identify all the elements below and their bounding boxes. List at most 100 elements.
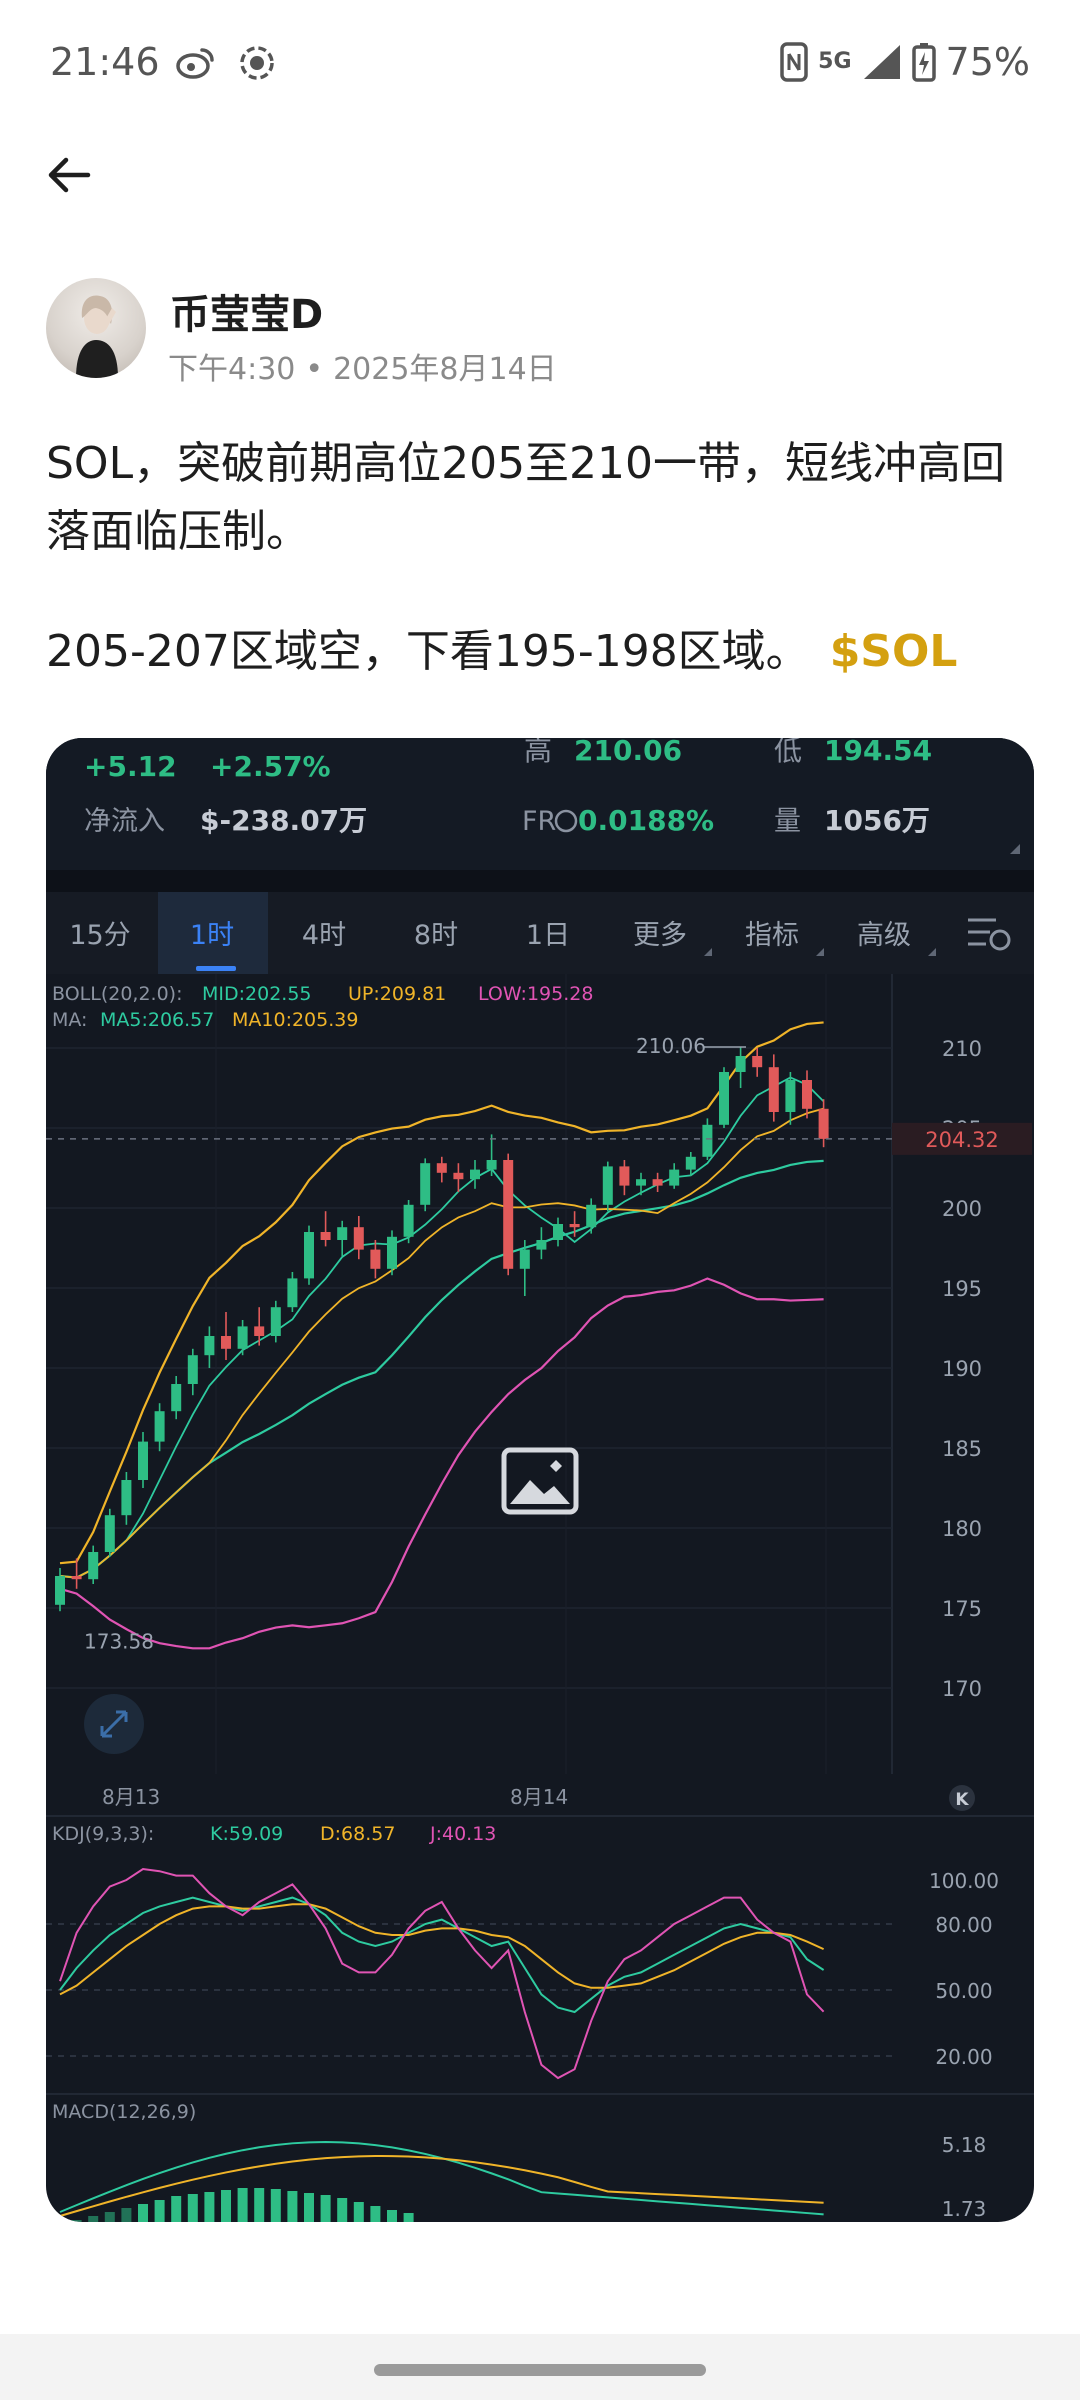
macd-bar [237, 2188, 248, 2222]
candle [420, 1158, 431, 1212]
candle [387, 1230, 397, 1276]
price-tick: 185 [942, 1437, 982, 1461]
boll-low: LOW:195.28 [478, 983, 593, 1005]
stat-high-label: 高 [524, 738, 552, 767]
k-line-icon: K [955, 1790, 969, 1810]
macd-tick-bottom: 1.73 [942, 2197, 987, 2221]
price-tick: 195 [942, 1277, 982, 1301]
chart-image-card[interactable]: +5.12 +2.57% 高 210.06 低 194.54 净流入 $-238… [46, 738, 1034, 2222]
stat-netflow-label: 净流入 [84, 806, 165, 837]
kdj-j-line [59, 1867, 825, 2080]
price-tick: 175 [942, 1597, 982, 1621]
low-marker: 173.58 [84, 1630, 154, 1654]
post-meta: 下午4:30 • 2025年8月14日 [168, 344, 557, 388]
kdj-label: KDJ(9,3,3): [52, 1823, 154, 1845]
post-paragraph-1: SOL，突破前期高位205至210一带，短线冲高回落面临压制。 [46, 438, 1006, 557]
macd-bar [71, 2220, 82, 2222]
expand-chart-icon [84, 1694, 144, 1754]
tab-3[interactable]: 8时 [414, 920, 458, 951]
battery-icon [911, 43, 936, 82]
macd-bar [270, 2189, 281, 2222]
price-tick: 200 [942, 1197, 982, 1221]
macd-tick-top: 5.18 [942, 2133, 987, 2157]
macd-bar [254, 2188, 265, 2222]
stat-high: 210.06 [574, 738, 682, 767]
focus-icon [240, 46, 274, 80]
candle [403, 1200, 414, 1244]
stat-change-abs: +5.12 [84, 750, 177, 783]
ma5-value: MA5:206.57 [100, 1009, 214, 1031]
current-price-marker: 204.32 [925, 1128, 998, 1152]
price-tick: 170 [942, 1677, 982, 1701]
post-paragraph-2-text: 205-207区域空，下看195-198区域。 [46, 626, 810, 677]
tab-0[interactable]: 15分 [69, 920, 130, 951]
status-bar: 21:46 5G 75% [0, 0, 1080, 130]
tab-1[interactable]: 1时 [190, 920, 234, 951]
kdj-tick: 20.00 [935, 2045, 992, 2069]
macd-bar [88, 2216, 99, 2222]
stat-low: 194.54 [824, 738, 932, 767]
macd-bar [403, 2213, 414, 2222]
tab-4[interactable]: 1日 [526, 920, 570, 951]
macd-bar [387, 2210, 397, 2222]
kdj-j: J:40.13 [429, 1823, 496, 1845]
weibo-icon [176, 48, 214, 79]
macd-bar [370, 2206, 381, 2222]
tab-6[interactable]: 指标 [745, 920, 799, 951]
macd-bar [204, 2192, 215, 2222]
kdj-k-line [59, 1896, 825, 2014]
post-date: 2025年8月14日 [333, 352, 557, 387]
boll-up: UP:209.81 [348, 983, 446, 1005]
macd-bar [138, 2204, 148, 2222]
kdj-k: K:59.09 [210, 1823, 283, 1845]
kdj-tick: 100.00 [929, 1869, 999, 1893]
avatar[interactable] [46, 278, 146, 378]
ma-label: MA: [52, 1009, 87, 1031]
home-indicator[interactable] [374, 2364, 706, 2376]
image-icon [501, 1447, 579, 1515]
candle [503, 1153, 514, 1276]
back-arrow-icon[interactable] [44, 150, 94, 200]
stat-vol-label: 量 [774, 806, 801, 837]
tab-5[interactable]: 更多 [633, 920, 687, 951]
macd-bar [154, 2200, 165, 2222]
boll-mid: MID:202.55 [202, 983, 312, 1005]
price-tick: 190 [942, 1357, 982, 1381]
candle [602, 1161, 613, 1212]
price-tick: 180 [942, 1517, 982, 1541]
avatar-image [76, 295, 118, 378]
macd-bar [104, 2212, 115, 2222]
candle [304, 1225, 314, 1285]
date-tick-8-13: 8月13 [102, 1785, 160, 1809]
macd-bar [121, 2208, 132, 2222]
macd-bar [171, 2196, 182, 2222]
author-name[interactable]: 币莹莹D [170, 282, 323, 340]
network-type: 5G [818, 49, 852, 74]
macd-bar [221, 2190, 231, 2222]
macd-bar [304, 2193, 314, 2222]
macd-bar [353, 2202, 364, 2222]
candle [719, 1067, 729, 1128]
tab-2[interactable]: 4时 [302, 920, 346, 951]
candle [104, 1508, 115, 1557]
post-paragraph-2: 205-207区域空，下看195-198区域。 $SOL [46, 618, 1036, 686]
tab-7[interactable]: 高级 [857, 920, 911, 951]
nfc-icon [780, 42, 808, 82]
kdj-d: D:68.57 [320, 1823, 395, 1845]
post-time: 下午4:30 [168, 352, 296, 387]
stat-low-label: 低 [774, 738, 802, 767]
date-tick-8-14: 8月14 [510, 1785, 568, 1809]
macd-bar [337, 2198, 348, 2222]
signal-icon [863, 45, 900, 79]
stat-fr-label: FR [522, 806, 556, 837]
battery-level: 75% [945, 40, 1030, 84]
price-tick: 210 [942, 1037, 982, 1061]
ma10-value: MA10:205.39 [232, 1009, 358, 1031]
macd-label: MACD(12,26,9) [52, 2101, 196, 2123]
macd-bar [320, 2195, 331, 2222]
kdj-tick: 80.00 [935, 1913, 992, 1937]
stat-netflow: $-238.07万 [200, 804, 367, 837]
macd-bar [287, 2191, 298, 2222]
status-time: 21:46 [50, 40, 160, 84]
ticker-link[interactable]: $SOL [830, 626, 958, 677]
